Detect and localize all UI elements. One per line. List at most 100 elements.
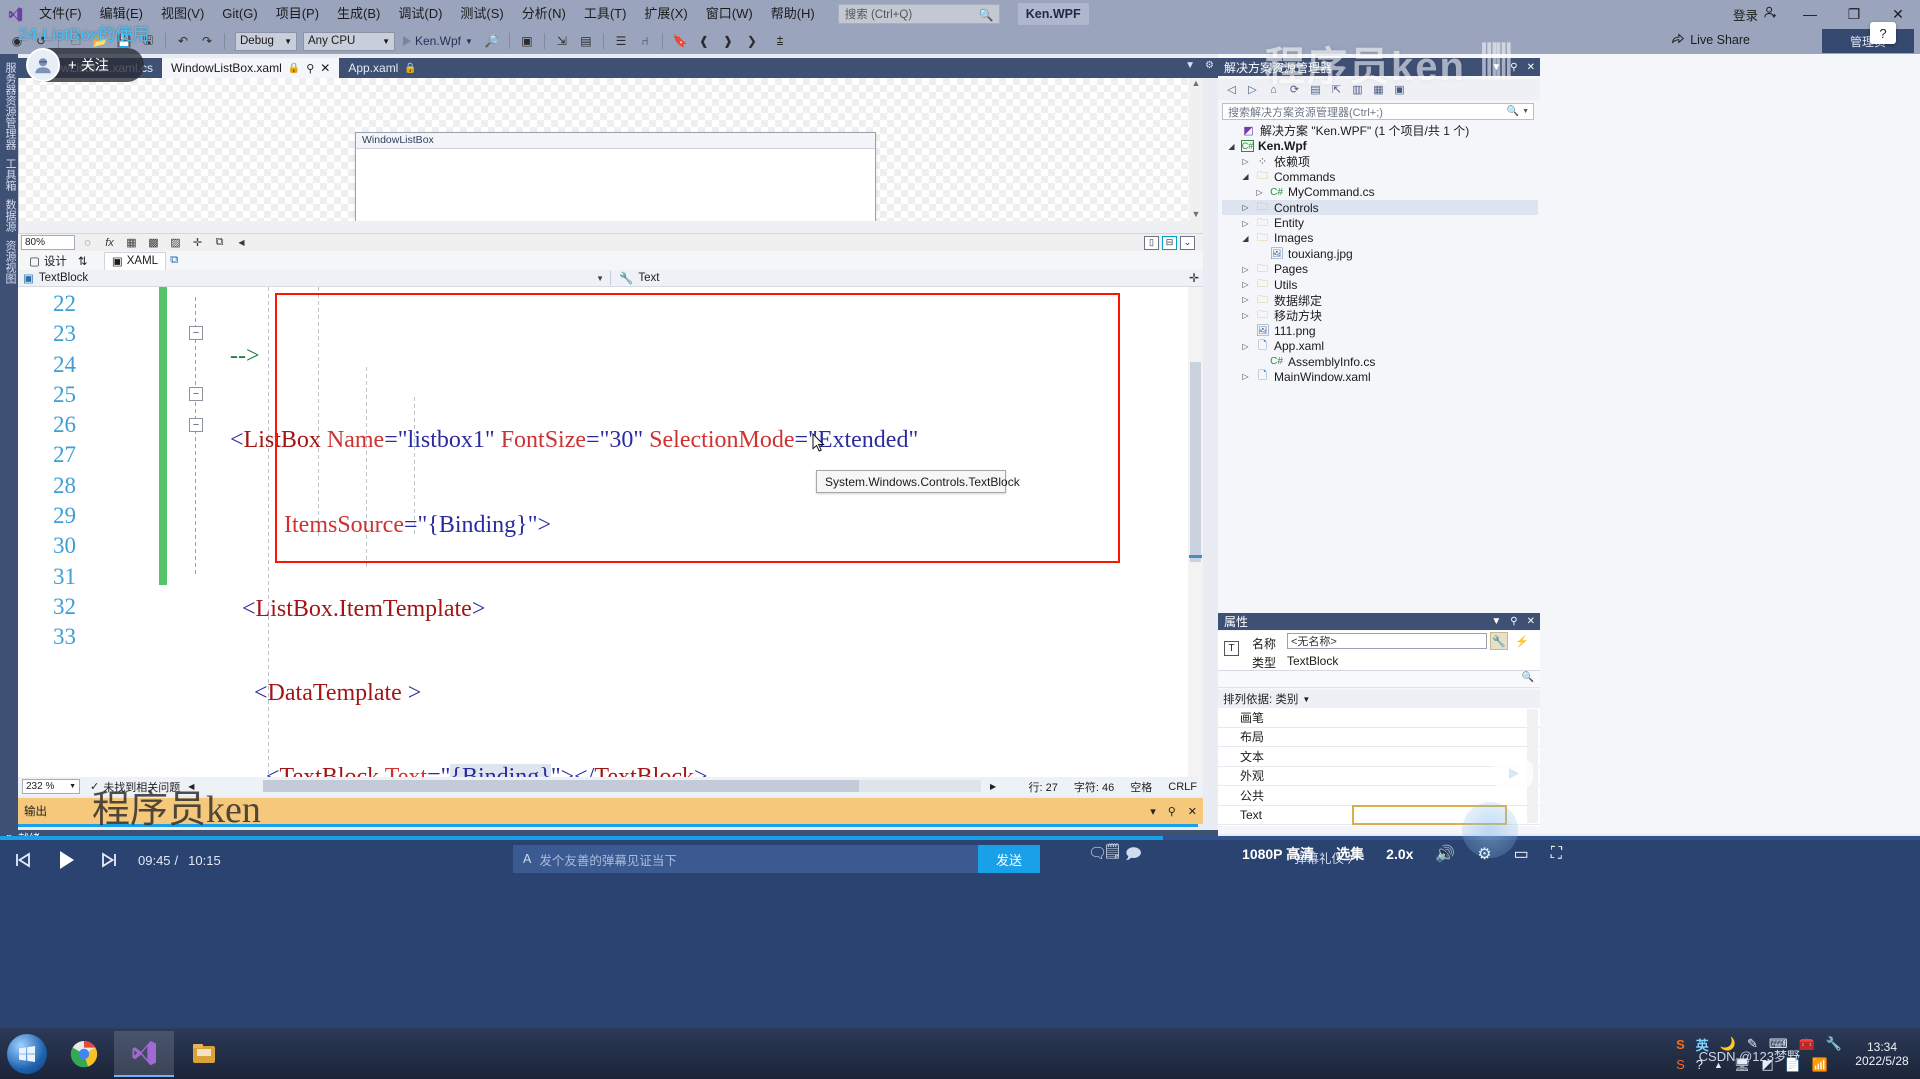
start-debug-button[interactable]: Ken.Wpf ▼ (397, 31, 479, 51)
horizontal-split-icon[interactable]: ⊟ (1162, 235, 1177, 250)
quick-search-input[interactable]: 搜索 (Ctrl+Q) 🔍 (837, 4, 1000, 24)
solution-explorer-search-input[interactable]: 搜索解决方案资源管理器(Ctrl+;) 🔍 ▼ (1222, 103, 1534, 120)
properties-category-row[interactable]: 画笔 (1218, 708, 1540, 728)
menu-extensions[interactable]: 扩展(X) (635, 0, 696, 28)
vertical-split-icon[interactable]: ▯ (1144, 235, 1159, 250)
menu-file[interactable]: 文件(F) (30, 0, 91, 28)
widescreen-icon[interactable]: ▭ (1514, 844, 1529, 864)
video-quality-selector[interactable]: 1080P 高清 (1242, 844, 1314, 864)
designer-vertical-scrollbar[interactable]: ▲ ▼ (1189, 78, 1203, 233)
code-text-layer[interactable]: --> <ListBox Name="listbox1" FontSize="3… (218, 287, 1203, 777)
network-icon[interactable]: 📶 (1812, 1057, 1828, 1073)
hot-reload-icon[interactable]: 🔎 (481, 30, 503, 52)
live-share-button[interactable]: Live Share (1671, 31, 1750, 48)
tree-twisty[interactable]: ◢ (1226, 142, 1237, 151)
play-icon[interactable] (44, 840, 88, 880)
close-icon[interactable]: ✕ (1527, 616, 1535, 627)
next-icon[interactable] (88, 840, 132, 880)
taskbar-app-file-explorer[interactable] (174, 1031, 234, 1077)
menu-test[interactable]: 测试(S) (451, 0, 512, 28)
pin-icon[interactable]: ⚲ (306, 62, 314, 75)
ime-lang-icon[interactable]: 英 (1696, 1035, 1709, 1054)
close-icon[interactable]: ✕ (1527, 62, 1535, 73)
tree-item-move-block[interactable]: ▷ 🗀 移动方块 (1222, 308, 1538, 323)
tree-item-commands[interactable]: ◢ 🗀 Commands (1222, 169, 1538, 184)
bookmark-icon[interactable]: 🔖 (669, 30, 691, 52)
platform-combo[interactable]: Any CPU ▼ (303, 31, 395, 51)
tree-twisty[interactable]: ▷ (1254, 188, 1265, 197)
doc-icon[interactable]: 📄 (1785, 1057, 1801, 1073)
menu-project[interactable]: 项目(P) (267, 0, 328, 28)
eol-indicator[interactable]: CRLF (1168, 781, 1197, 793)
popout-icon[interactable]: ⧉ (170, 254, 192, 267)
tree-twisty[interactable]: ◢ (1240, 234, 1251, 243)
minimize-button[interactable]: — (1788, 0, 1832, 28)
tree-item-images[interactable]: ◢ 🗀 Images (1222, 231, 1538, 246)
home-icon[interactable]: ⌂ (1265, 81, 1282, 98)
tree-twisty[interactable]: ▷ (1240, 280, 1251, 289)
menu-analyze[interactable]: 分析(N) (513, 0, 575, 28)
split-editor-icon[interactable]: ✛ (1189, 271, 1199, 285)
scroll-up-icon[interactable]: ▲ (1189, 78, 1203, 88)
sogou-icon[interactable]: S (1676, 1037, 1685, 1052)
properties-category-row[interactable]: 布局 (1218, 728, 1540, 747)
live-preview-icon[interactable]: ▣ (516, 30, 538, 52)
chevron-down-icon[interactable]: ▼ (1185, 60, 1195, 71)
toolbar-overflow-icon[interactable]: ⩲ (769, 30, 791, 52)
fullscreen-icon[interactable]: ⛶ (1551, 845, 1562, 863)
help-icon[interactable]: ? (1696, 1057, 1703, 1072)
danmu-on-icon[interactable]: 🗨 (1088, 844, 1107, 869)
vtab-data-sources[interactable]: 数据源 (2, 199, 18, 232)
gear-icon[interactable]: ⚙ (1205, 60, 1214, 71)
navigate-backward-icon[interactable]: ◉ (6, 30, 28, 52)
tree-twisty[interactable]: ◢ (1240, 172, 1251, 181)
windows-start-icon[interactable] (0, 1031, 54, 1077)
indent-icon[interactable]: ⇲ (551, 30, 573, 52)
video-episodes-button[interactable]: 选集 (1336, 844, 1364, 864)
events-icon[interactable]: ⚡ (1513, 632, 1531, 650)
tree-twisty[interactable]: ▷ (1240, 342, 1251, 351)
chevron-down-icon[interactable]: ▼ (1491, 616, 1501, 627)
properties-sort-selector[interactable]: 排列依据: 类别 ▼ (1218, 690, 1540, 708)
video-speed-selector[interactable]: 2.0x (1386, 846, 1413, 862)
app-icon[interactable]: ◩ (1761, 1057, 1773, 1073)
tree-item-project-ken-wpf[interactable]: ◢ C# Ken.Wpf (1222, 138, 1538, 153)
tree-twisty[interactable]: ▷ (1240, 203, 1251, 212)
tab-app-xaml[interactable]: App.xaml 🔒 (339, 58, 426, 78)
taskbar-app-visual-studio[interactable] (114, 1030, 174, 1077)
forward-icon[interactable]: ▷ (1244, 81, 1261, 98)
help-badge[interactable]: ? (1870, 22, 1896, 44)
sync-icon[interactable]: ⧉ (210, 235, 229, 251)
previous-icon[interactable] (0, 840, 44, 880)
swap-icon[interactable]: ⇅ (78, 254, 100, 268)
properties-icon[interactable]: ▥ (1349, 81, 1366, 98)
designer-zoom-combo[interactable]: 80% (21, 235, 75, 250)
volume-icon[interactable]: 🔊 (1435, 844, 1455, 864)
chevron-down-icon[interactable]: ▼ (1522, 108, 1529, 115)
danmu-send-button[interactable]: 发送 (978, 845, 1040, 873)
collapse-region-icon[interactable]: − (189, 387, 203, 401)
editor-horizontal-scrollbar[interactable] (263, 780, 981, 792)
xaml-view-button[interactable]: ▣ XAML (103, 251, 167, 270)
collapse-region-icon[interactable]: − (189, 326, 203, 340)
designer-horizontal-scrollbar[interactable] (19, 221, 1190, 233)
chevron-up-icon[interactable]: ▲ (1714, 1060, 1723, 1070)
menu-debug[interactable]: 调试(D) (389, 0, 451, 28)
refresh-icon[interactable]: ⟳ (1286, 81, 1303, 98)
menu-edit[interactable]: 编辑(E) (91, 0, 152, 28)
sogou-s-icon[interactable]: S (1676, 1057, 1685, 1072)
follow-overlay[interactable]: + 关注 (26, 48, 144, 82)
clear-bookmarks-icon[interactable]: ❯ (741, 30, 763, 52)
snap-icon[interactable]: ▩ (144, 235, 163, 251)
pin-icon[interactable]: ⚲ (1168, 805, 1176, 818)
scroll-down-icon[interactable]: ▼ (1189, 209, 1203, 219)
spaces-indicator[interactable]: 空格 (1130, 779, 1152, 795)
editor-zoom-combo[interactable]: 232 % ▼ (22, 779, 80, 794)
menu-help[interactable]: 帮助(H) (762, 0, 824, 28)
vtab-server-explorer[interactable]: 服务器资源管理器 (2, 62, 18, 150)
tab-windowlistbox-xaml[interactable]: WindowListBox.xaml 🔒 ⚲ ✕ (162, 58, 340, 78)
moon-icon[interactable]: 🌙 (1720, 1036, 1736, 1052)
properties-search-input[interactable]: 🔍 (1218, 671, 1540, 688)
chevron-down-icon[interactable]: ▼ (1491, 62, 1501, 73)
menu-window[interactable]: 窗口(W) (697, 0, 762, 28)
